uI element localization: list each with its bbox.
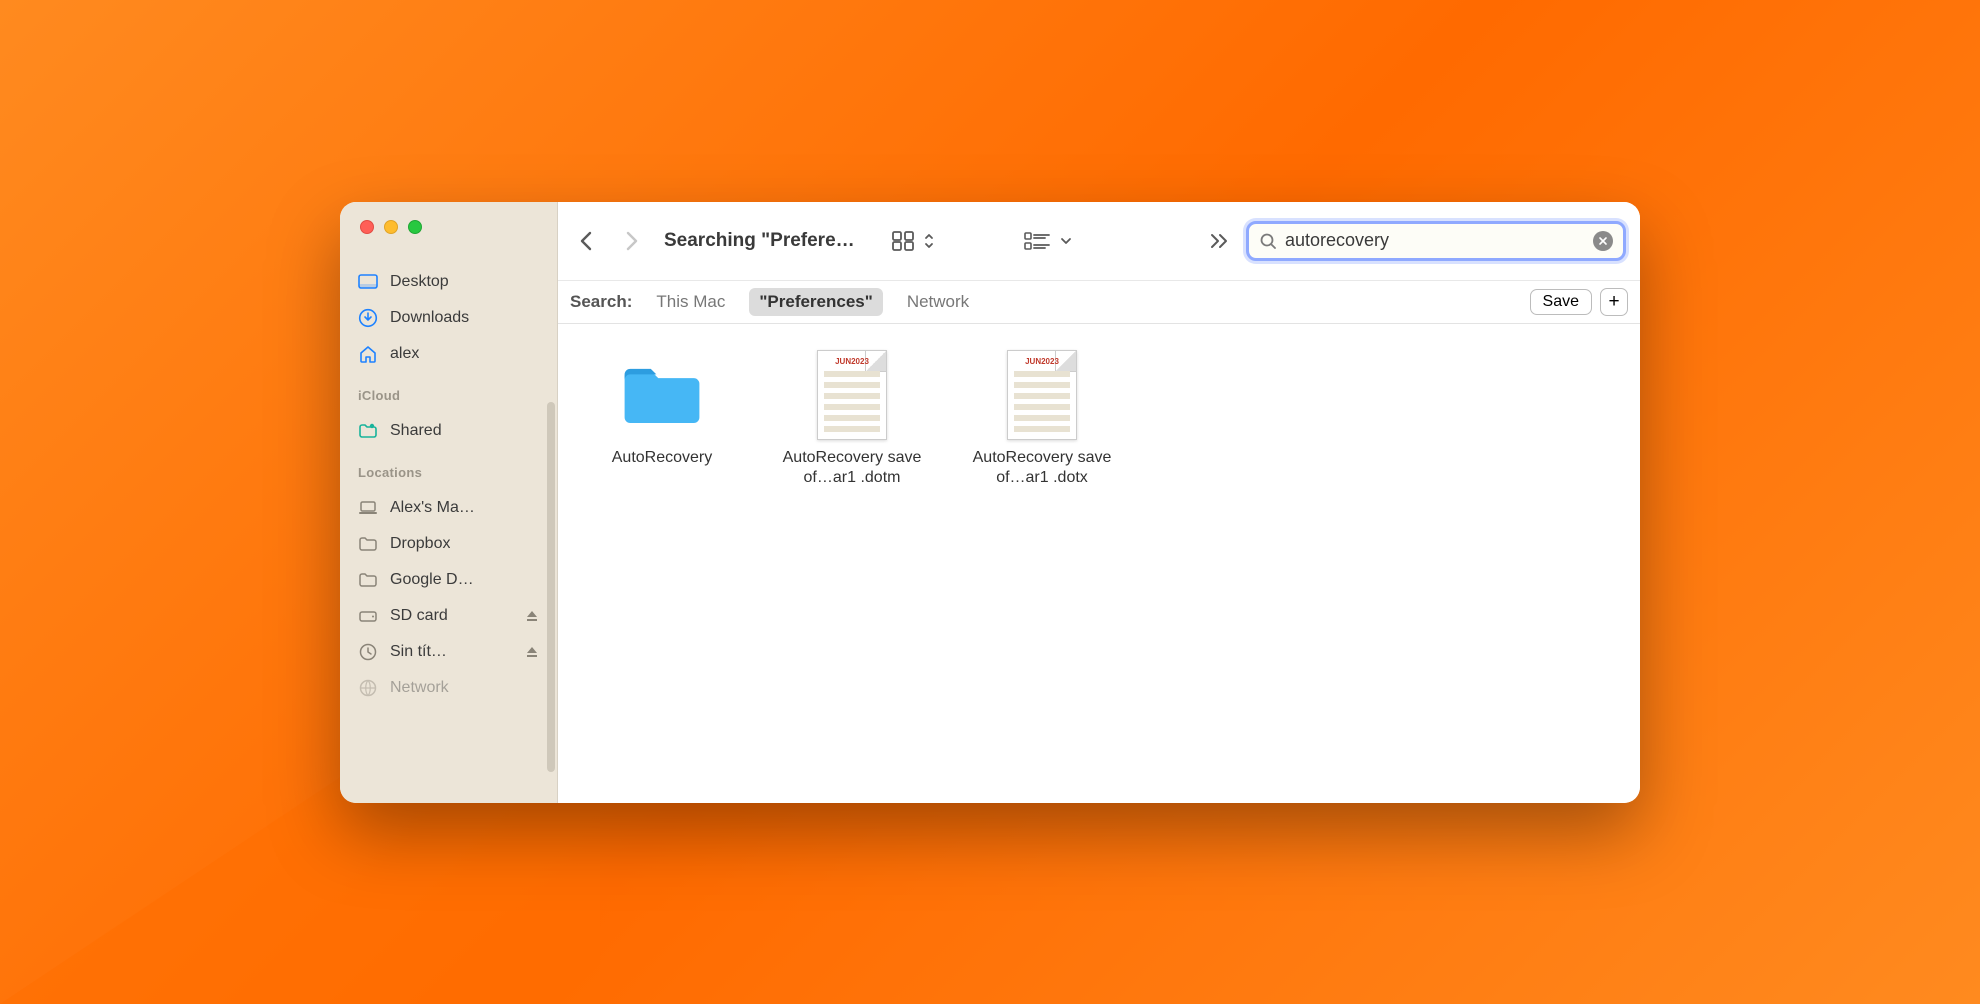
sidebar-item-label: alex <box>390 345 419 363</box>
sidebar-item-shared[interactable]: Shared <box>340 413 557 449</box>
scope-label: Search: <box>570 292 632 312</box>
search-icon <box>1259 232 1277 250</box>
window-title: Searching "Prefere… <box>664 230 855 252</box>
disk-icon <box>358 606 378 626</box>
search-input[interactable] <box>1285 230 1585 251</box>
sidebar-item-desktop[interactable]: Desktop <box>340 264 557 300</box>
laptop-icon <box>358 498 378 518</box>
result-item-label: AutoRecovery save of…ar1 .dotm <box>768 448 936 490</box>
save-search-button[interactable]: Save <box>1530 289 1592 315</box>
search-scope-bar: Search: This Mac "Preferences" Network S… <box>558 280 1640 324</box>
toolbar-overflow-button[interactable] <box>1208 233 1232 249</box>
toolbar: Searching "Prefere… <box>558 202 1640 280</box>
sidebar-item-dropbox[interactable]: Dropbox <box>340 526 557 562</box>
sidebar-locations: Alex's Ma… Dropbox Google D… SD card <box>340 486 557 708</box>
folder-icon <box>358 570 378 590</box>
search-field[interactable] <box>1246 221 1626 261</box>
result-item-label: AutoRecovery <box>612 448 713 469</box>
result-item-label: AutoRecovery save of…ar1 .dotx <box>958 448 1126 490</box>
chevron-down-icon <box>1059 234 1073 248</box>
sidebar: Desktop Downloads alex iCloud Sh <box>340 202 558 803</box>
sidebar-item-network[interactable]: Network <box>340 670 557 706</box>
sidebar-item-label: Sin tít… <box>390 643 447 661</box>
close-window-button[interactable] <box>360 220 374 234</box>
sidebar-item-label: Dropbox <box>390 535 450 553</box>
sidebar-item-downloads[interactable]: Downloads <box>340 300 557 336</box>
sidebar-icloud: Shared <box>340 409 557 451</box>
result-item-folder[interactable]: AutoRecovery <box>576 352 748 469</box>
folder-icon <box>358 534 378 554</box>
view-mode-button[interactable] <box>891 230 935 252</box>
globe-icon <box>358 678 378 698</box>
sidebar-favorites: Desktop Downloads alex <box>340 260 557 374</box>
result-item-document[interactable]: JUN2023 AutoRecovery save of…ar1 .dotm <box>766 352 938 490</box>
clear-search-button[interactable] <box>1593 231 1613 251</box>
finder-window: Desktop Downloads alex iCloud Sh <box>340 202 1640 803</box>
downloads-icon <box>358 308 378 328</box>
eject-icon[interactable] <box>525 645 539 659</box>
sidebar-item-this-mac[interactable]: Alex's Ma… <box>340 490 557 526</box>
fullscreen-window-button[interactable] <box>408 220 422 234</box>
scope-option-this-mac[interactable]: This Mac <box>646 288 735 316</box>
sidebar-item-sd-card[interactable]: SD card <box>340 598 557 634</box>
sidebar-item-label: Alex's Ma… <box>390 499 475 517</box>
sidebar-item-label: SD card <box>390 607 448 625</box>
doc-thumb-heading: JUN2023 <box>1014 357 1070 366</box>
main-pane: Searching "Prefere… <box>558 202 1640 803</box>
eject-icon[interactable] <box>525 609 539 623</box>
sidebar-item-time-machine[interactable]: Sin tít… <box>340 634 557 670</box>
sidebar-item-label: Google D… <box>390 571 474 589</box>
result-item-document[interactable]: JUN2023 AutoRecovery save of…ar1 .dotx <box>956 352 1128 490</box>
forward-button[interactable] <box>616 226 646 256</box>
sidebar-scrollbar[interactable] <box>547 402 555 772</box>
sidebar-item-label: Network <box>390 679 449 697</box>
home-icon <box>358 344 378 364</box>
results-area: AutoRecovery JUN2023 AutoRecovery save o… <box>558 324 1640 803</box>
sidebar-item-label: Shared <box>390 422 442 440</box>
add-criteria-button[interactable]: + <box>1600 288 1628 316</box>
doc-thumb-heading: JUN2023 <box>824 357 880 366</box>
scope-option-preferences[interactable]: "Preferences" <box>749 288 882 316</box>
sidebar-item-label: Desktop <box>390 273 449 291</box>
scope-option-network[interactable]: Network <box>897 288 979 316</box>
folder-icon <box>619 352 705 438</box>
group-by-button[interactable] <box>1023 230 1073 252</box>
shared-folder-icon <box>358 421 378 441</box>
chevron-updown-icon <box>923 230 935 252</box>
sidebar-item-google-drive[interactable]: Google D… <box>340 562 557 598</box>
minimize-window-button[interactable] <box>384 220 398 234</box>
document-icon: JUN2023 <box>999 352 1085 438</box>
time-icon <box>358 642 378 662</box>
desktop-icon <box>358 272 378 292</box>
sidebar-heading-icloud: iCloud <box>340 374 557 409</box>
sidebar-item-label: Downloads <box>390 309 469 327</box>
back-button[interactable] <box>572 226 602 256</box>
sidebar-item-home[interactable]: alex <box>340 336 557 372</box>
window-controls <box>340 220 557 234</box>
document-icon: JUN2023 <box>809 352 895 438</box>
sidebar-heading-locations: Locations <box>340 451 557 486</box>
